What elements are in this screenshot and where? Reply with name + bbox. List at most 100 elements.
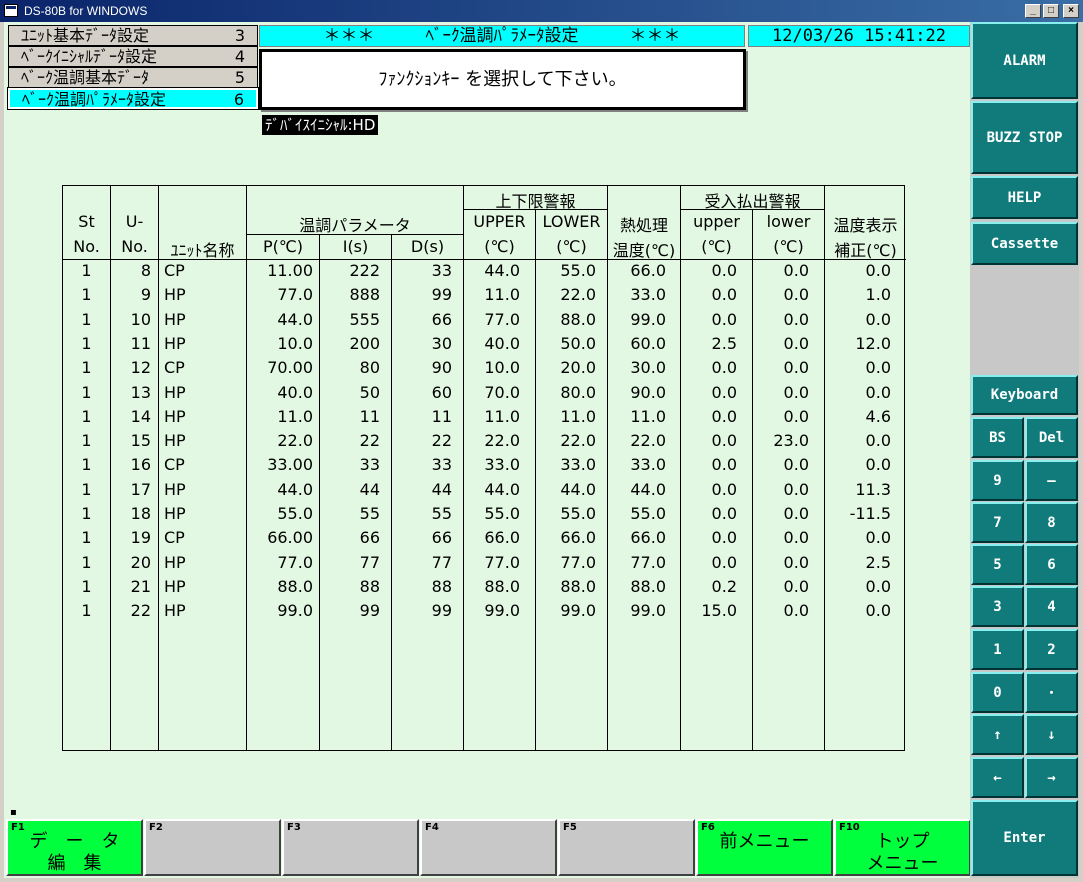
device-initial-label: ﾃﾞﾊﾞｲｽｲﾆｼｬﾙ:HD: [262, 115, 379, 135]
arrow-right-icon[interactable]: →: [1025, 757, 1078, 798]
cell-d-value: 33: [431, 455, 452, 475]
header-heat: 熱処理: [619, 216, 668, 235]
cell-recv-upper: 0.0: [711, 358, 737, 378]
key-0[interactable]: 0: [971, 672, 1024, 713]
cell-i-value: 44: [359, 479, 380, 499]
header-i: I(s): [342, 237, 369, 256]
header-st-no: No.: [73, 237, 100, 256]
maximize-icon[interactable]: □: [1043, 4, 1059, 18]
cell-upper-value: 99.0: [484, 601, 520, 621]
cell-st-no: 1: [81, 285, 92, 305]
cell-lower-value: 33.0: [560, 455, 596, 475]
cell-unit-name: HP: [164, 406, 186, 426]
cell-recv-lower: 0.0: [783, 382, 809, 402]
cell-recv-upper: 0.0: [711, 406, 737, 426]
menu-item-bake-temp-param[interactable]: ﾍﾞｰｸ温調ﾊﾟﾗﾒｰﾀ設定 6: [7, 87, 259, 110]
key-1[interactable]: 1: [971, 629, 1024, 670]
key-9[interactable]: 9: [971, 460, 1024, 501]
cell-d-value: 99: [431, 285, 452, 305]
cell-p-value: 55.0: [277, 504, 313, 523]
cell-display-corr: 0.0: [865, 382, 891, 402]
key-3[interactable]: 3: [971, 586, 1024, 627]
cell-unit-name: HP: [164, 309, 186, 329]
cell-unit-name: HP: [164, 431, 186, 451]
cell-recv-upper: 0.0: [711, 261, 737, 280]
menu-item-bake-initial[interactable]: ﾍﾞｰｸｲﾆｼｬﾙﾃﾞｰﾀ設定 4: [8, 46, 258, 67]
key-6[interactable]: 6: [1025, 544, 1078, 585]
cell-recv-upper: 15.0: [701, 601, 737, 621]
cell-heat-temp: 99.0: [630, 601, 666, 621]
cell-i-value: 555: [349, 309, 380, 329]
cell-heat-temp: 77.0: [630, 552, 666, 572]
cell-display-corr: 1.0: [865, 285, 891, 305]
key-minus[interactable]: —: [1025, 460, 1078, 501]
buzz-stop-button[interactable]: BUZZ STOP: [971, 101, 1078, 174]
function-key-f2[interactable]: F2: [144, 819, 281, 876]
cell-recv-lower: 0.0: [783, 479, 809, 499]
header-upper2-unit: (℃): [701, 237, 732, 256]
function-key-f3[interactable]: F3: [282, 819, 419, 876]
key-4[interactable]: 4: [1025, 586, 1078, 627]
key-2[interactable]: 2: [1025, 629, 1078, 670]
cell-heat-temp: 66.0: [630, 528, 666, 548]
enter-button[interactable]: Enter: [971, 800, 1078, 876]
menu-item-bake-temp-basic[interactable]: ﾍﾞｰｸ温調基本ﾃﾞｰﾀ 5: [8, 67, 258, 88]
cell-display-corr: 4.6: [865, 406, 891, 426]
cell-lower-value: 44.0: [560, 479, 596, 499]
cell-recv-upper: 0.0: [711, 455, 737, 475]
function-key-f10[interactable]: F10 トップ メニュー: [834, 819, 971, 876]
cell-recv-upper: 0.0: [711, 552, 737, 572]
cell-d-value: 88: [431, 576, 452, 596]
cell-heat-temp: 60.0: [630, 333, 666, 353]
cell-lower-value: 20.0: [560, 358, 596, 378]
status-dot: ▪: [10, 807, 17, 818]
cassette-button[interactable]: Cassette: [971, 222, 1078, 265]
cell-d-value: 44: [431, 479, 452, 499]
window-title: DS-80B for WINDOWS: [24, 4, 148, 18]
close-icon[interactable]: ×: [1063, 4, 1079, 18]
menu-item-unit-basic[interactable]: ﾕﾆｯﾄ基本ﾃﾞｰﾀ設定 3: [8, 25, 258, 46]
cell-i-value: 888: [349, 285, 380, 305]
function-key-label: デ ー タ 編 集: [29, 831, 120, 874]
backspace-key[interactable]: BS: [971, 417, 1024, 458]
minimize-icon[interactable]: _: [1025, 4, 1041, 18]
alarm-button[interactable]: ALARM: [971, 22, 1078, 99]
keyboard-button[interactable]: Keyboard: [971, 375, 1078, 415]
cell-heat-temp: 99.0: [630, 309, 666, 329]
cell-p-value: 33.00: [267, 455, 313, 475]
delete-key[interactable]: Del: [1025, 417, 1078, 458]
function-key-f1[interactable]: F1 デ ー タ 編 集: [6, 819, 143, 876]
function-key-f4[interactable]: F4: [420, 819, 557, 876]
arrow-left-icon[interactable]: ←: [971, 757, 1024, 798]
function-key-number: F5: [563, 822, 577, 833]
cell-p-value: 11.0: [277, 406, 313, 426]
arrow-down-icon[interactable]: ↓: [1025, 714, 1078, 755]
arrow-up-icon[interactable]: ↑: [971, 714, 1024, 755]
parameter-table: St No. U- No. ﾕﾆｯﾄ名称 温調パラメータ P(℃) I(s) D…: [62, 185, 906, 751]
function-key-f5[interactable]: F5: [558, 819, 695, 876]
cell-recv-upper: 0.0: [711, 431, 737, 451]
function-key-f6[interactable]: F6 前メニュー: [696, 819, 833, 876]
cell-p-value: 70.00: [267, 358, 313, 378]
cell-lower-value: 99.0: [560, 601, 596, 621]
cell-i-value: 50: [359, 382, 380, 402]
screen-title: ＊＊＊ ﾍﾞｰｸ温調ﾊﾟﾗﾒｰﾀ設定 ＊＊＊: [259, 25, 745, 47]
key-dot[interactable]: ･: [1025, 672, 1078, 713]
cell-p-value: 77.0: [277, 285, 313, 305]
cell-lower-value: 88.0: [560, 309, 596, 329]
key-5[interactable]: 5: [971, 544, 1024, 585]
key-7[interactable]: 7: [971, 502, 1024, 543]
cell-unit-name: CP: [164, 261, 185, 280]
cell-lower-value: 66.0: [560, 528, 596, 548]
screen-menu: ﾕﾆｯﾄ基本ﾃﾞｰﾀ設定 3 ﾍﾞｰｸｲﾆｼｬﾙﾃﾞｰﾀ設定 4 ﾍﾞｰｸ温調基…: [7, 25, 259, 110]
key-8[interactable]: 8: [1025, 502, 1078, 543]
header-unit-name: ﾕﾆｯﾄ名称: [170, 241, 235, 260]
cell-display-corr: -11.5: [849, 504, 891, 523]
cell-heat-temp: 11.0: [630, 406, 666, 426]
cell-heat-temp: 55.0: [630, 504, 666, 523]
help-button[interactable]: HELP: [971, 176, 1078, 219]
header-upper-unit: (℃): [484, 237, 515, 256]
cell-recv-lower: 0.0: [783, 576, 809, 596]
cell-d-value: 77: [431, 552, 452, 572]
cell-upper-value: 10.0: [484, 358, 520, 378]
